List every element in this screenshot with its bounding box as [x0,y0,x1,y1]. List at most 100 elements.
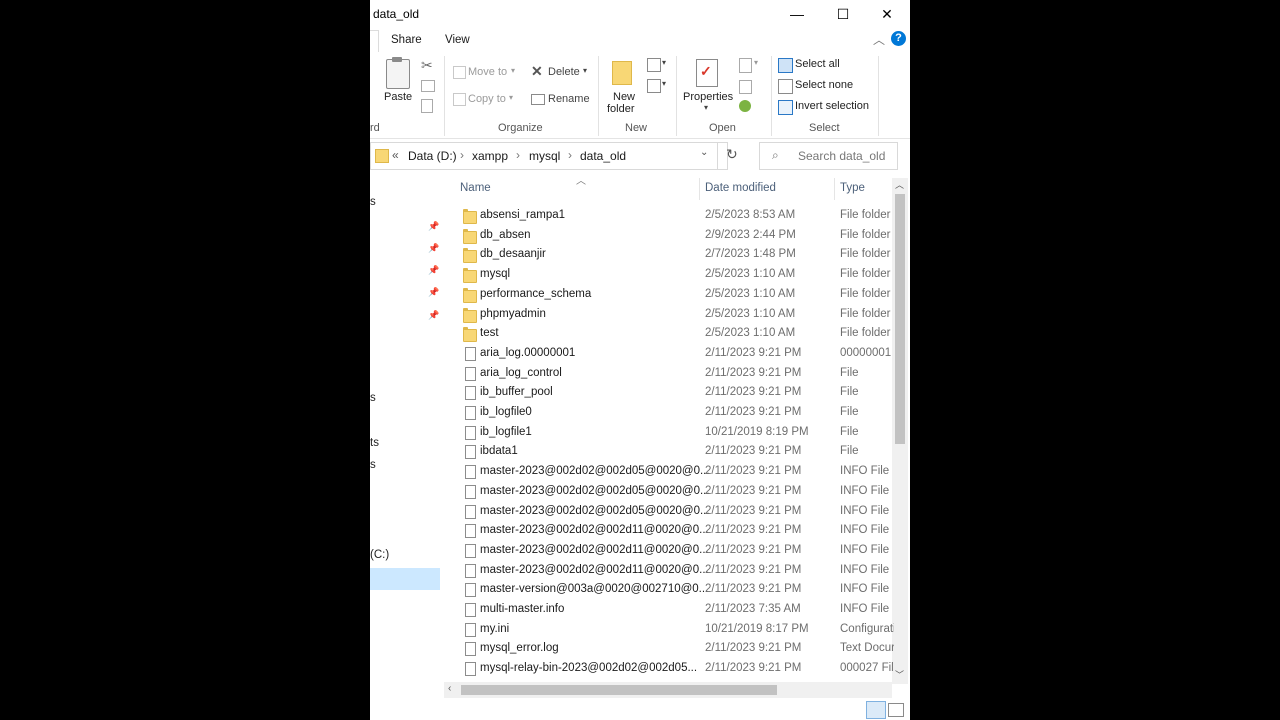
column-header-date[interactable]: Date modified [705,182,776,194]
file-row[interactable]: master-2023@002d02@002d05@0020@0... 2/11/… [444,482,894,502]
paste-shortcut-icon[interactable] [421,99,433,113]
breadcrumb-data-old[interactable]: data_old [580,149,626,163]
file-name: absensi_rampa1 [480,209,566,221]
search-input[interactable]: ⌕ Search data_old [759,142,898,170]
address-bar[interactable]: « Data (D:) › xampp › mysql › data_old ⌄ [370,142,728,170]
delete-dropdown-icon[interactable]: ▾ [583,66,587,75]
copy-to-button[interactable]: Copy to [468,93,506,105]
new-item-dropdown-icon[interactable]: ▾ [662,58,666,67]
large-icons-view-icon[interactable] [888,703,904,717]
copy-to-icon [453,93,466,106]
tab-share[interactable]: Share [391,34,422,46]
easy-access-dropdown-icon[interactable]: ▾ [662,79,666,88]
vertical-scroll-thumb[interactable] [895,194,905,444]
edit-icon[interactable] [739,80,752,94]
file-row[interactable]: aria_log.00000001 2/11/2023 9:21 PM 000000… [444,344,894,364]
chevron-down-icon[interactable]: ⌄ [700,147,708,158]
horizontal-scroll-thumb[interactable] [461,685,777,695]
paste-button[interactable]: Paste [384,91,412,103]
rename-icon [531,94,545,105]
close-button[interactable]: ✕ [864,0,910,30]
open-dropdown-icon[interactable]: ▾ [754,58,758,67]
column-header-type[interactable]: Type [840,182,865,194]
easy-access-icon[interactable] [647,79,661,93]
file-row[interactable]: master-2023@002d02@002d05@0020@0... 2/11/… [444,462,894,482]
file-row[interactable]: ib_logfile0 2/11/2023 9:21 PM File [444,403,894,423]
file-row[interactable]: db_desaanjir 2/7/2023 1:48 PM File folder [444,245,894,265]
help-icon[interactable]: ? [891,31,906,46]
copy-path-icon[interactable] [421,80,435,92]
select-none-button[interactable]: Select none [795,79,853,91]
search-placeholder: Search data_old [798,149,886,163]
vertical-scrollbar[interactable]: ︿ ﹀ [892,178,908,684]
file-row[interactable]: master-2023@002d02@002d05@0020@0... 2/11/… [444,502,894,522]
select-group-label: Select [809,122,840,134]
open-group-label: Open [709,122,736,134]
properties-button[interactable]: Properties [683,91,733,103]
file-row[interactable]: absensi_rampa1 2/5/2023 8:53 AM File folde… [444,206,894,226]
file-row[interactable]: ib_buffer_pool 2/11/2023 9:21 PM File [444,383,894,403]
delete-button[interactable]: Delete [548,66,580,78]
move-to-dropdown-icon[interactable]: ▾ [511,66,515,75]
nav-item-fragment[interactable]: s [370,392,376,404]
select-all-icon [778,58,793,73]
nav-item-fragment[interactable]: s [370,459,376,471]
file-row[interactable]: aria_log_control 2/11/2023 9:21 PM File [444,364,894,384]
file-row[interactable]: performance_schema 2/5/2023 1:10 AM File f… [444,285,894,305]
breadcrumb-mysql[interactable]: mysql [529,149,560,163]
tab-view[interactable]: View [445,34,470,46]
cut-icon[interactable]: ✂ [421,57,433,74]
overflow-chevron[interactable]: « [392,148,399,162]
nav-item-selected[interactable] [370,568,440,590]
file-row[interactable]: ib_logfile1 10/21/2019 8:19 PM File [444,423,894,443]
file-row[interactable]: phpmyadmin 2/5/2023 1:10 AM File folder [444,305,894,325]
file-row[interactable]: db_absen 2/9/2023 2:44 PM File folder [444,226,894,246]
open-icon[interactable] [739,58,752,73]
file-row[interactable]: master-2023@002d02@002d11@0020@0... 2/11/… [444,561,894,581]
invert-selection-button[interactable]: Invert selection [795,100,869,112]
file-row[interactable]: master-version@003a@0020@002710@0... 2/11… [444,580,894,600]
details-view-icon[interactable] [866,701,886,719]
file-type: File [840,386,859,399]
file-row[interactable]: master-2023@002d02@002d11@0020@0... 2/11/… [444,521,894,541]
file-icon [465,622,476,637]
file-type: File folder [840,209,891,221]
column-divider[interactable] [699,178,700,200]
file-row[interactable]: mysql 2/5/2023 1:10 AM File folder [444,265,894,285]
history-icon[interactable] [739,100,751,112]
file-row[interactable]: master-2023@002d02@002d11@0020@0... 2/11/… [444,541,894,561]
refresh-icon[interactable]: ↻ [726,146,738,163]
minimize-button[interactable]: — [774,0,820,30]
folder-icon [375,149,389,163]
file-row[interactable]: my.ini 10/21/2019 8:17 PM Configurati [444,620,894,640]
breadcrumb-xampp[interactable]: xampp [472,149,508,163]
file-row[interactable]: multi-master.info 2/11/2023 7:35 AM INFO F… [444,600,894,620]
new-folder-label-2[interactable]: folder [607,103,635,115]
column-divider[interactable] [834,178,835,200]
collapse-ribbon-icon[interactable]: ︿ [873,31,885,48]
horizontal-scrollbar[interactable]: ‹ [444,682,892,698]
copy-to-dropdown-icon[interactable]: ▾ [509,93,513,102]
file-name: aria_log_control [480,366,562,379]
scroll-down-icon[interactable]: ﹀ [895,668,904,681]
file-name: master-2023@002d02@002d05@0020@0... [480,465,710,478]
file-row[interactable]: mysql-relay-bin-2023@002d02@002d05... 2/1… [444,659,894,679]
scroll-up-icon[interactable]: ︿ [895,178,904,191]
nav-item-fragment[interactable]: ts [370,437,379,449]
maximize-button[interactable]: ☐ [820,0,866,30]
file-row[interactable]: ibdata1 2/11/2023 9:21 PM File [444,442,894,462]
rename-button[interactable]: Rename [548,93,590,105]
new-folder-label-1[interactable]: New [613,91,635,103]
column-header-name[interactable]: Name [460,182,491,194]
nav-item-local-disk-c[interactable]: (C:) [370,549,389,561]
new-item-icon[interactable] [647,58,661,72]
file-row[interactable]: test 2/5/2023 1:10 AM File folder [444,324,894,344]
move-to-button[interactable]: Move to [468,66,507,78]
scroll-left-icon[interactable]: ‹ [448,683,451,694]
select-all-button[interactable]: Select all [795,58,840,70]
file-row[interactable]: mysql_error.log 2/11/2023 9:21 PM Text Doc… [444,639,894,659]
nav-item-fragment[interactable]: s [370,196,376,208]
properties-dropdown-icon[interactable]: ▾ [704,103,708,112]
breadcrumb-data-d[interactable]: Data (D:) [408,149,457,163]
file-type: Configurati [840,622,894,635]
